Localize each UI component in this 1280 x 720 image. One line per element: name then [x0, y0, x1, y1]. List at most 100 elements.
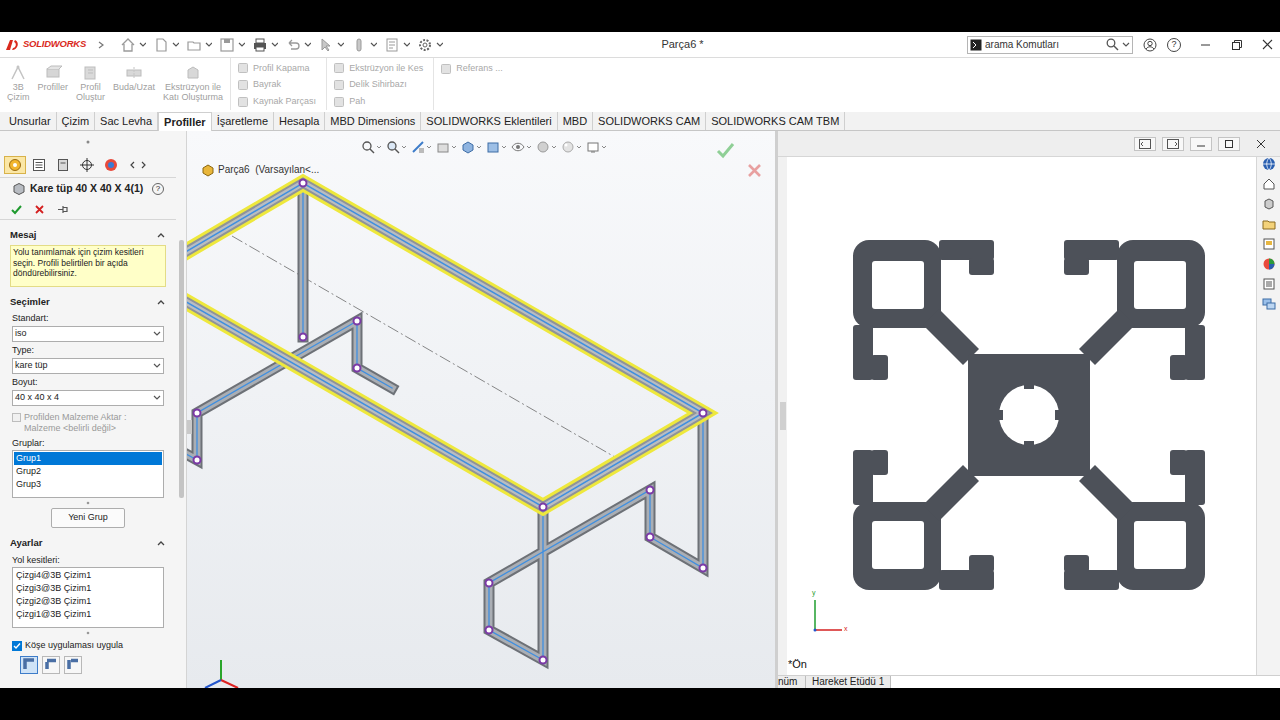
forum-icon[interactable] — [1262, 297, 1276, 311]
window-button[interactable] — [1134, 137, 1156, 151]
close-icon[interactable] — [1261, 38, 1274, 51]
ribbon-tab[interactable]: İşaretleme — [212, 112, 274, 130]
dropdown[interactable]: 40 x 40 x 4 — [12, 390, 164, 406]
ribbon-tab[interactable]: MBD — [558, 112, 593, 130]
group-list[interactable]: Grup1Grup2Grup3 — [12, 450, 164, 498]
dropdown-arrow-icon[interactable] — [238, 41, 245, 48]
corner-type-button[interactable] — [42, 656, 60, 674]
minimize-icon[interactable] — [1199, 38, 1212, 51]
resources-icon[interactable] — [1262, 157, 1276, 171]
ribbon-small-button[interactable]: Pah — [333, 93, 423, 110]
window-button[interactable] — [1190, 137, 1212, 151]
file-properties-icon[interactable] — [384, 37, 400, 53]
cancel-icon[interactable] — [33, 203, 46, 216]
dropdown[interactable]: kare tüp — [12, 358, 164, 374]
bottom-tab[interactable]: Hareket Etüdü 1 — [806, 676, 891, 688]
panel-tab[interactable] — [52, 156, 74, 174]
dropdown-arrow-icon[interactable] — [576, 145, 582, 150]
home-icon[interactable] — [1262, 177, 1276, 191]
dropdown-arrow-icon[interactable] — [403, 41, 410, 48]
window-button[interactable] — [1218, 137, 1240, 151]
view-orientation-icon[interactable] — [461, 140, 475, 154]
scene-icon[interactable] — [561, 140, 575, 154]
ribbon-tab[interactable]: Sac Levha — [95, 112, 158, 130]
confirm-icon[interactable] — [716, 141, 736, 159]
ribbon-small-button[interactable]: Ekstrüzyon ile Kes — [333, 60, 423, 77]
window-button[interactable] — [1250, 137, 1272, 151]
restore-icon[interactable] — [1230, 38, 1243, 51]
ribbon-small-button[interactable]: Bayrak — [237, 77, 316, 94]
dropdown-arrow-icon[interactable] — [139, 41, 146, 48]
ribbon-tab[interactable]: SOLIDWORKS Eklentileri — [421, 112, 557, 130]
section-header[interactable]: Mesaj — [0, 228, 176, 243]
user-icon[interactable] — [1143, 38, 1157, 52]
path-item[interactable]: Çizgi1@3B Çizim1 — [14, 608, 162, 621]
group-item[interactable]: Grup3 — [14, 478, 162, 491]
dropdown-arrow-icon[interactable] — [476, 145, 482, 150]
path-item[interactable]: Çizgi3@3B Çizim1 — [14, 582, 162, 595]
collapse-icon[interactable] — [156, 539, 166, 548]
select-icon[interactable] — [318, 37, 334, 53]
new-group-button[interactable]: Yeni Grup — [51, 508, 125, 528]
scrollbar[interactable] — [176, 131, 186, 688]
zoom-fit-icon[interactable] — [361, 140, 375, 154]
dropdown-arrow-icon[interactable] — [271, 41, 278, 48]
ribbon-tab[interactable]: MBD Dimensions — [325, 112, 421, 130]
dropdown-arrow-icon[interactable] — [436, 41, 443, 48]
dropdown-arrow-icon[interactable] — [526, 145, 532, 150]
view-settings-icon[interactable] — [586, 140, 600, 154]
ribbon-small-button[interactable]: Profil Kapama — [237, 60, 316, 77]
panel-tab[interactable] — [4, 156, 26, 174]
save-icon[interactable] — [219, 37, 235, 53]
scrollbar-thumb[interactable] — [179, 240, 184, 498]
path-list[interactable]: Çizgi4@3B Çizim1Çizgi3@3B Çizim1Çizgi2@3… — [12, 567, 164, 628]
window-button[interactable] — [1162, 137, 1184, 151]
panel-tab[interactable] — [76, 156, 98, 174]
ribbon-button[interactable]: Profiller — [35, 64, 72, 92]
previous-view-icon[interactable] — [411, 140, 425, 154]
ribbon-tab[interactable]: Çizim — [57, 112, 96, 130]
ribbon-small-button[interactable]: Delik Sihirbazı — [333, 77, 423, 94]
help-button[interactable]: ? — [1167, 38, 1181, 52]
grip-icon[interactable] — [85, 139, 91, 145]
section-view-icon[interactable] — [436, 140, 450, 154]
frame-model[interactable] — [187, 131, 775, 688]
open-folder-icon[interactable] — [186, 37, 202, 53]
dropdown-arrow-icon[interactable] — [376, 145, 382, 150]
dropdown[interactable]: iso — [12, 326, 164, 342]
hide-show-icon[interactable] — [511, 140, 525, 154]
ok-icon[interactable] — [10, 203, 23, 216]
ribbon-button[interactable]: 3BÇizim — [4, 64, 33, 102]
help-button[interactable]: ? — [152, 183, 164, 195]
ribbon-button[interactable]: Ekstrüzyon ileKatı Oluşturma — [160, 64, 226, 102]
cancel-corner-icon[interactable] — [746, 162, 763, 179]
zoom-area-icon[interactable] — [386, 140, 400, 154]
ribbon-small-button[interactable]: Kaynak Parçası — [237, 93, 316, 110]
dropdown-arrow-icon[interactable] — [401, 145, 407, 150]
dropdown-arrow-icon[interactable] — [205, 41, 212, 48]
checkbox[interactable] — [12, 641, 22, 651]
options-icon[interactable] — [417, 37, 433, 53]
pushpin-icon[interactable] — [56, 203, 69, 216]
rebuild-icon[interactable] — [351, 37, 367, 53]
ribbon-button[interactable]: ProfilOluştur — [73, 64, 108, 102]
corner-type-button[interactable] — [20, 656, 38, 674]
corner-option[interactable]: Köşe uygulaması uygula — [0, 639, 176, 653]
group-item[interactable]: Grup1 — [14, 452, 162, 465]
resize-grip-icon[interactable] — [86, 631, 90, 635]
dropdown-arrow-icon[interactable] — [426, 145, 432, 150]
bottom-tab[interactable]: nüm — [778, 676, 806, 688]
dropdown-arrow-icon[interactable] — [304, 41, 311, 48]
appearance-icon[interactable] — [536, 140, 550, 154]
new-file-icon[interactable] — [153, 37, 169, 53]
path-item[interactable]: Çizgi4@3B Çizim1 — [14, 569, 162, 582]
scroll-left-icon[interactable] — [128, 160, 137, 170]
feature-tree-flyout[interactable]: Parça6 (Varsayılan<... — [201, 162, 319, 177]
search-icon[interactable] — [1106, 38, 1119, 51]
corner-type-button[interactable] — [64, 656, 82, 674]
dropdown-arrow-icon[interactable] — [551, 145, 557, 150]
ribbon-tab[interactable]: SOLIDWORKS CAM — [593, 112, 706, 130]
section-header[interactable]: Seçimler — [0, 295, 176, 310]
panel-tab[interactable] — [100, 156, 122, 174]
search-input[interactable] — [985, 37, 1103, 52]
